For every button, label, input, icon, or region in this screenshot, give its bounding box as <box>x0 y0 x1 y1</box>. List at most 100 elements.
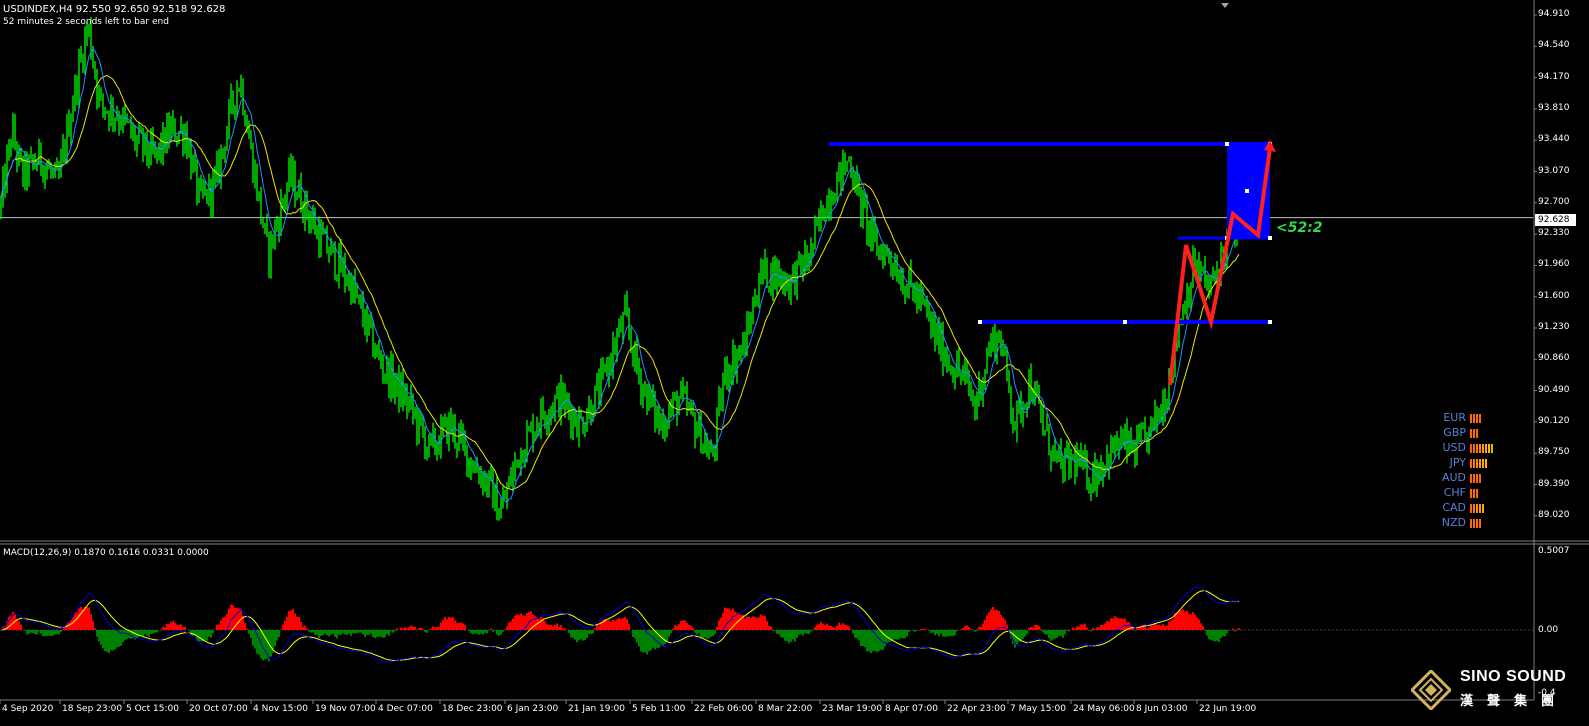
macd-bar <box>844 624 846 630</box>
macd-bar <box>144 630 146 635</box>
macd-bar <box>1216 630 1218 641</box>
main-chart-panel[interactable] <box>0 16 1533 521</box>
price-axis-label: 89.390 <box>1538 478 1570 489</box>
macd-bar <box>342 630 344 634</box>
chart-shift-marker-icon[interactable] <box>1221 3 1229 8</box>
macd-bar <box>436 626 438 630</box>
macd-bar <box>276 630 278 641</box>
macd-bar <box>664 630 666 645</box>
price-axis-label: 90.120 <box>1538 415 1570 426</box>
macd-bar <box>996 609 998 630</box>
macd-bar <box>612 619 614 630</box>
macd-bar <box>1206 630 1208 636</box>
macd-bar <box>610 621 612 630</box>
macd-bar <box>884 630 886 647</box>
macd-bar <box>522 615 524 630</box>
macd-bar <box>350 630 352 636</box>
macd-bar <box>1236 629 1238 630</box>
macd-bar <box>922 628 924 630</box>
strength-bar <box>1485 444 1487 453</box>
macd-bar <box>1184 611 1186 630</box>
macd-bar <box>146 630 148 636</box>
macd-bar <box>876 630 878 653</box>
macd-bar <box>40 630 42 634</box>
macd-bar <box>250 630 252 638</box>
macd-bar <box>866 630 868 652</box>
macd-bar <box>1110 618 1112 630</box>
macd-bar <box>1080 624 1082 630</box>
macd-bar <box>116 630 118 648</box>
macd-bar <box>710 630 712 637</box>
macd-bar <box>84 607 86 630</box>
macd-bar <box>1044 630 1046 635</box>
macd-bar <box>216 624 218 630</box>
macd-bar <box>1066 630 1068 631</box>
macd-bar <box>418 628 420 630</box>
macd-bar <box>188 630 190 631</box>
macd-bar <box>1172 619 1174 630</box>
macd-bar <box>508 622 510 630</box>
macd-bar <box>1046 630 1048 635</box>
macd-bar <box>784 630 786 641</box>
macd-bar <box>598 625 600 630</box>
macd-bar <box>934 630 936 636</box>
macd-bar <box>854 630 856 638</box>
macd-bar <box>940 630 942 634</box>
macd-bar <box>1170 620 1172 630</box>
macd-bar <box>402 628 404 630</box>
logo-title: SINO SOUND <box>1460 668 1567 685</box>
time-axis-label: 23 Mar 19:00 <box>822 704 883 714</box>
time-axis-label: 20 Oct 07:00 <box>189 704 248 714</box>
macd-bar <box>376 630 378 637</box>
macd-bar <box>386 630 388 634</box>
macd-bar <box>434 627 436 630</box>
macd-bar <box>1150 625 1152 630</box>
macd-bar <box>1026 630 1028 635</box>
currency-name: EUR <box>1443 411 1466 424</box>
macd-panel[interactable] <box>0 586 1533 664</box>
macd-bar <box>114 630 116 650</box>
currency-name: CAD <box>1442 501 1466 514</box>
time-axis-label: 8 Jun 03:00 <box>1136 704 1188 714</box>
macd-bar <box>470 630 472 634</box>
macd-bar <box>252 630 254 646</box>
macd-bar <box>830 625 832 630</box>
strength-bars <box>1470 519 1482 528</box>
time-axis-label: 18 Sep 23:00 <box>62 704 123 714</box>
macd-bar <box>818 624 820 630</box>
macd-bar <box>88 607 90 630</box>
macd-bar <box>1138 627 1140 630</box>
macd-bar <box>430 628 432 630</box>
macd-bar <box>624 616 626 630</box>
currency-name: USD <box>1442 441 1466 454</box>
macd-bar <box>952 630 954 637</box>
macd-bar <box>50 630 52 636</box>
macd-bar <box>1228 630 1230 631</box>
macd-bar <box>666 630 668 642</box>
chart-canvas[interactable] <box>0 0 1589 726</box>
macd-bar <box>728 608 730 630</box>
macd-bar <box>706 630 708 639</box>
macd-bar <box>1218 630 1220 642</box>
macd-bar <box>632 630 634 637</box>
macd-bar <box>1060 630 1062 636</box>
macd-bar <box>848 626 850 630</box>
macd-bar <box>726 608 728 630</box>
macd-bar <box>986 615 988 630</box>
macd-bar <box>270 630 272 657</box>
currency-name: CHF <box>1443 486 1466 499</box>
price-axis-label: 92.330 <box>1538 228 1570 239</box>
macd-bar <box>220 620 222 630</box>
macd-bar <box>1092 627 1094 630</box>
macd-bar <box>596 624 598 630</box>
macd-bar <box>592 630 594 634</box>
macd-bar <box>580 630 582 640</box>
strength-bars <box>1470 429 1479 438</box>
macd-bar <box>576 630 578 643</box>
macd-bar <box>970 628 972 630</box>
macd-bar <box>222 617 224 630</box>
macd-bar <box>1192 612 1194 630</box>
macd-bar <box>924 629 926 630</box>
strength-bar <box>1491 444 1493 453</box>
macd-bar <box>582 630 584 641</box>
